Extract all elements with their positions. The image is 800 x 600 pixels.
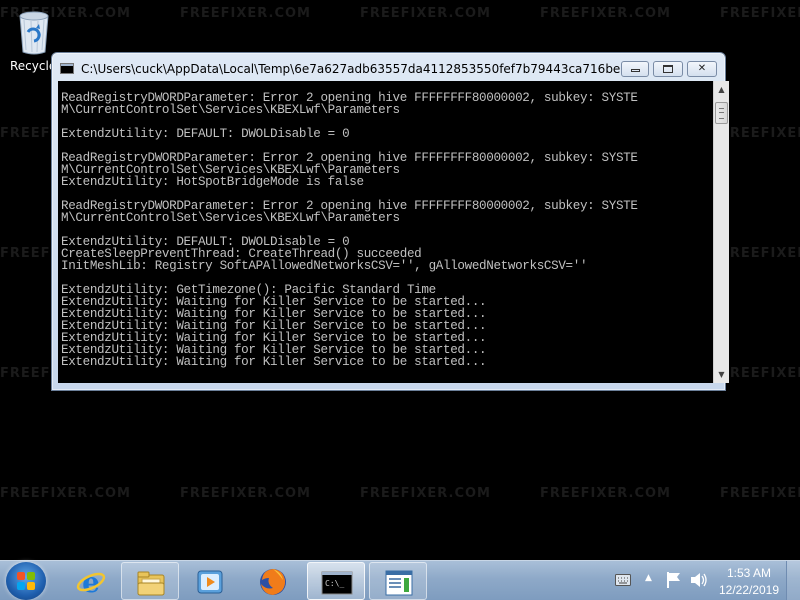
watermark-text: FREEFIXER.COM [720,126,800,141]
command-prompt-icon: C:\_ [321,571,353,595]
show-hidden-icons-chevron[interactable]: ▲ [645,573,652,583]
show-desktop-button[interactable] [786,561,800,600]
console-icon[interactable] [60,63,74,74]
watermark-text: FREEFIXER.COM [540,6,671,21]
keyboard-icon[interactable] [615,574,631,586]
taskbar-media-player[interactable] [181,562,239,600]
console-window[interactable]: C:\Users\cuck\AppData\Local\Temp\6e7a627… [51,52,729,391]
taskbar-internet-explorer[interactable]: e [62,562,120,600]
close-icon: ✕ [697,63,707,74]
windows-explorer-icon [137,571,165,596]
watermark-text: FREEFIXER.COM [720,246,800,261]
console-output[interactable]: ReadRegistryDWORDParameter: Error 2 open… [58,81,713,383]
watermark-text: FREEFIXER.COM [360,486,491,501]
svg-text:e: e [82,566,100,598]
scroll-down-button[interactable]: ▼ [714,366,729,383]
clock-time[interactable]: 1:53 AM [718,566,780,580]
recycle-bin-icon [19,11,49,55]
vertical-scrollbar[interactable]: ▲ ▼ [713,81,729,383]
console-text: ReadRegistryDWORDParameter: Error 2 open… [61,91,638,369]
system-tray: ▲ [610,561,720,600]
maximize-icon [663,65,673,73]
volume-icon[interactable] [690,572,708,588]
close-button[interactable]: ✕ [687,61,717,77]
window-title: C:\Users\cuck\AppData\Local\Temp\6e7a627… [81,62,646,76]
watermark-text: FREEFIXER.COM [720,6,800,21]
minimize-icon [630,69,640,72]
watermark-text: FREEFIXER.COM [540,486,671,501]
action-center-flag-icon[interactable] [666,571,682,589]
application-window-icon [385,570,413,596]
watermark-text: FREEFIXER.COM [720,366,800,381]
watermark-text: FREEFIXER.COM [180,6,311,21]
desktop-icon-label: Recycle [10,59,57,73]
scroll-thumb[interactable] [715,102,728,124]
taskbar-firefox[interactable] [244,562,302,600]
internet-explorer-icon: e [76,566,106,598]
svg-text:C:\_: C:\_ [325,579,344,588]
clock-date[interactable]: 12/22/2019 [714,583,784,597]
taskbar-windows-explorer[interactable] [121,562,179,600]
watermark-text: FREEFIXER.COM [180,486,311,501]
watermark-text: FREEFIXER.COM [0,486,131,501]
start-button[interactable] [6,562,46,600]
scroll-up-button[interactable]: ▲ [714,81,729,98]
watermark-text: FREEFIXER.COM [720,486,800,501]
taskbar-application-window[interactable] [369,562,427,600]
media-player-icon [197,570,223,594]
watermark-text: FREEFIXER.COM [360,6,491,21]
firefox-icon [260,569,286,595]
minimize-button[interactable] [621,61,649,77]
taskbar: e C:\_ ▲ 1:53 AM 12/22/2019 [0,560,800,600]
maximize-button[interactable] [653,61,683,77]
taskbar-command-prompt[interactable]: C:\_ [307,562,365,600]
windows-logo-icon [17,572,35,590]
